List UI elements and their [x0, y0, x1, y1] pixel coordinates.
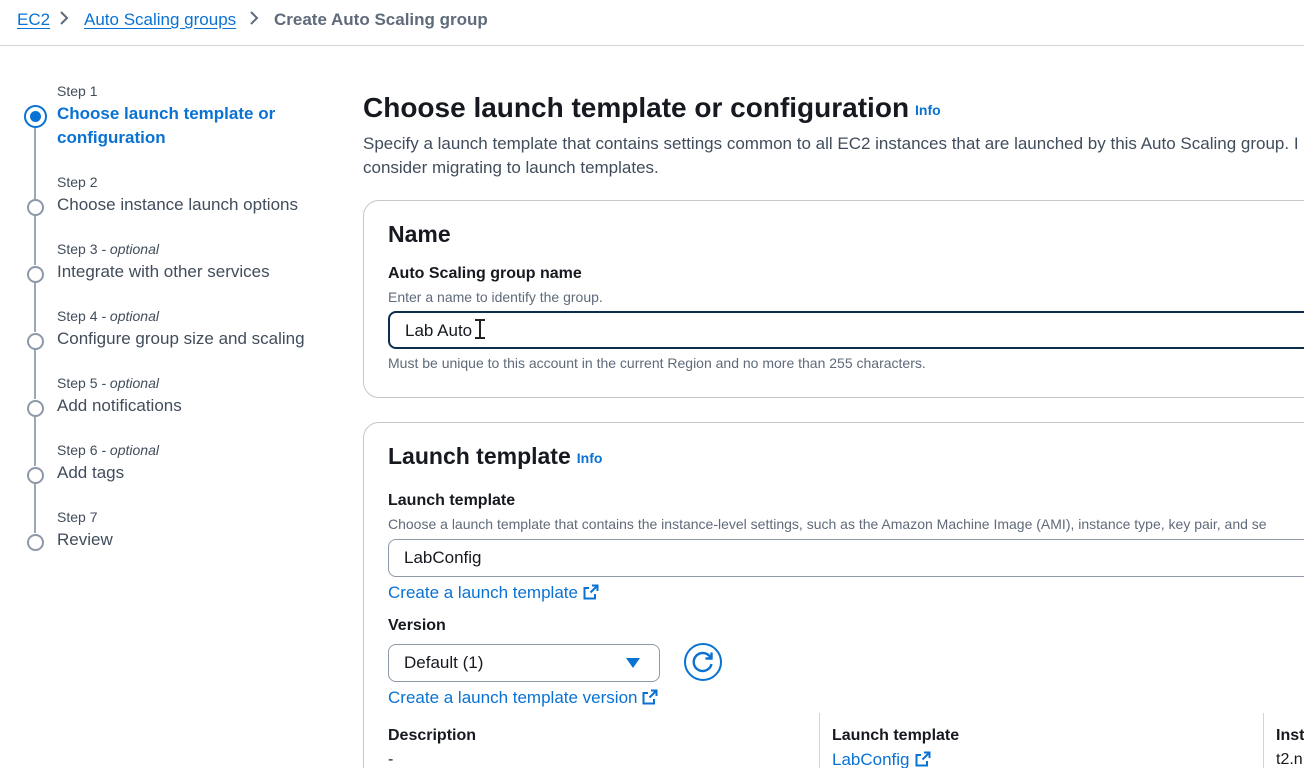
asg-name-value: Lab Auto: [405, 321, 473, 340]
create-launch-template-link[interactable]: Create a launch template: [388, 583, 599, 603]
launch-template-hint: Choose a launch template that contains t…: [388, 516, 1267, 532]
asg-name-label: Auto Scaling group name: [388, 265, 582, 282]
page-title-text: Choose launch template or configuration: [363, 92, 910, 123]
page-info-link[interactable]: Info: [915, 102, 941, 118]
page-description-line2: consider migrating to launch templates.: [363, 158, 659, 177]
step-connector: [34, 348, 36, 399]
text-cursor-icon: [475, 319, 486, 339]
launch-template-panel: Launch template Info Launch template Choo…: [363, 422, 1304, 768]
version-label: Version: [388, 617, 446, 634]
column-divider: [1263, 713, 1264, 768]
launch-template-panel-title-text: Launch template: [388, 443, 571, 469]
asg-name-hint: Enter a name to identify the group.: [388, 289, 603, 305]
refresh-button[interactable]: [684, 643, 722, 681]
step-7-title: Review: [57, 530, 113, 549]
description-label: Description: [388, 727, 477, 744]
step-connector: [34, 128, 36, 200]
page-title: Choose launch template or configuration I…: [363, 92, 941, 124]
step-5-title: Add notifications: [57, 396, 182, 415]
create-template-version-link[interactable]: Create a launch template version: [388, 688, 658, 708]
step-1-title[interactable]: Choose launch template or configuration: [57, 102, 327, 150]
step-connector: [34, 214, 36, 265]
step-1-indicator: [24, 105, 47, 128]
step-connector: [34, 415, 36, 466]
external-link-icon: [642, 689, 658, 705]
instance-type-label: Inst: [1276, 727, 1304, 744]
step-3-title: Integrate with other services: [57, 262, 270, 281]
name-panel-title: Name: [388, 221, 451, 247]
launch-template-label: Launch template: [388, 492, 516, 509]
step-7-indicator: [27, 534, 44, 551]
refresh-icon: [692, 651, 713, 673]
step-4-indicator: [27, 333, 44, 350]
breadcrumb: EC2 Auto Scaling groups Create Auto Scal…: [0, 0, 1304, 46]
step-4-number: Step 4 - optional: [57, 308, 159, 324]
step-2-indicator: [27, 199, 44, 216]
page-description: Specify a launch template that contains …: [363, 132, 1304, 180]
version-select[interactable]: Default (1): [388, 644, 660, 682]
page-description-line1: Specify a launch template that contains …: [363, 134, 1299, 153]
asg-name-constraint: Must be unique to this account in the cu…: [388, 355, 926, 371]
version-value: Default (1): [404, 653, 484, 672]
chevron-right-icon: [248, 9, 260, 32]
launch-template-panel-title: Launch template Info: [388, 443, 602, 470]
step-3-indicator: [27, 266, 44, 283]
launch-template-value: LabConfig: [404, 548, 482, 567]
step-7-number: Step 7: [57, 509, 98, 525]
step-2-title: Choose instance launch options: [57, 195, 298, 214]
step-connector: [34, 281, 36, 332]
launch-template-info-link[interactable]: Info: [577, 450, 603, 466]
step-3-number: Step 3 - optional: [57, 241, 159, 257]
launch-template-select[interactable]: LabConfig: [388, 539, 1304, 577]
instance-type-value: t2.n: [1276, 751, 1303, 768]
step-5-number: Step 5 - optional: [57, 375, 159, 391]
template-detail-link[interactable]: LabConfig: [832, 750, 931, 768]
description-value: -: [388, 751, 394, 768]
step-2-number: Step 2: [57, 174, 98, 190]
step-4-title: Configure group size and scaling: [57, 329, 305, 348]
external-link-icon: [583, 584, 599, 600]
step-5-indicator: [27, 400, 44, 417]
column-divider: [819, 713, 820, 768]
step-connector: [34, 482, 36, 533]
chevron-right-icon: [58, 9, 70, 32]
breadcrumb-current: Create Auto Scaling group: [274, 10, 488, 29]
step-1-number: Step 1: [57, 83, 98, 99]
step-6-title: Add tags: [57, 463, 125, 482]
step-6-number: Step 6 - optional: [57, 442, 159, 458]
asg-name-input[interactable]: Lab Auto: [388, 311, 1304, 349]
external-link-icon: [915, 751, 931, 767]
breadcrumb-asg-link[interactable]: Auto Scaling groups: [84, 10, 236, 30]
create-template-version-link-text: Create a launch template version: [388, 688, 638, 707]
step-6-indicator: [27, 467, 44, 484]
template-detail-link-text: LabConfig: [832, 750, 910, 768]
template-detail-label: Launch template: [832, 727, 960, 744]
caret-down-icon: [626, 658, 640, 668]
name-panel: Name Auto Scaling group name Enter a nam…: [363, 200, 1304, 398]
create-launch-template-link-text: Create a launch template: [388, 583, 578, 602]
breadcrumb-ec2-link[interactable]: EC2: [17, 10, 50, 30]
